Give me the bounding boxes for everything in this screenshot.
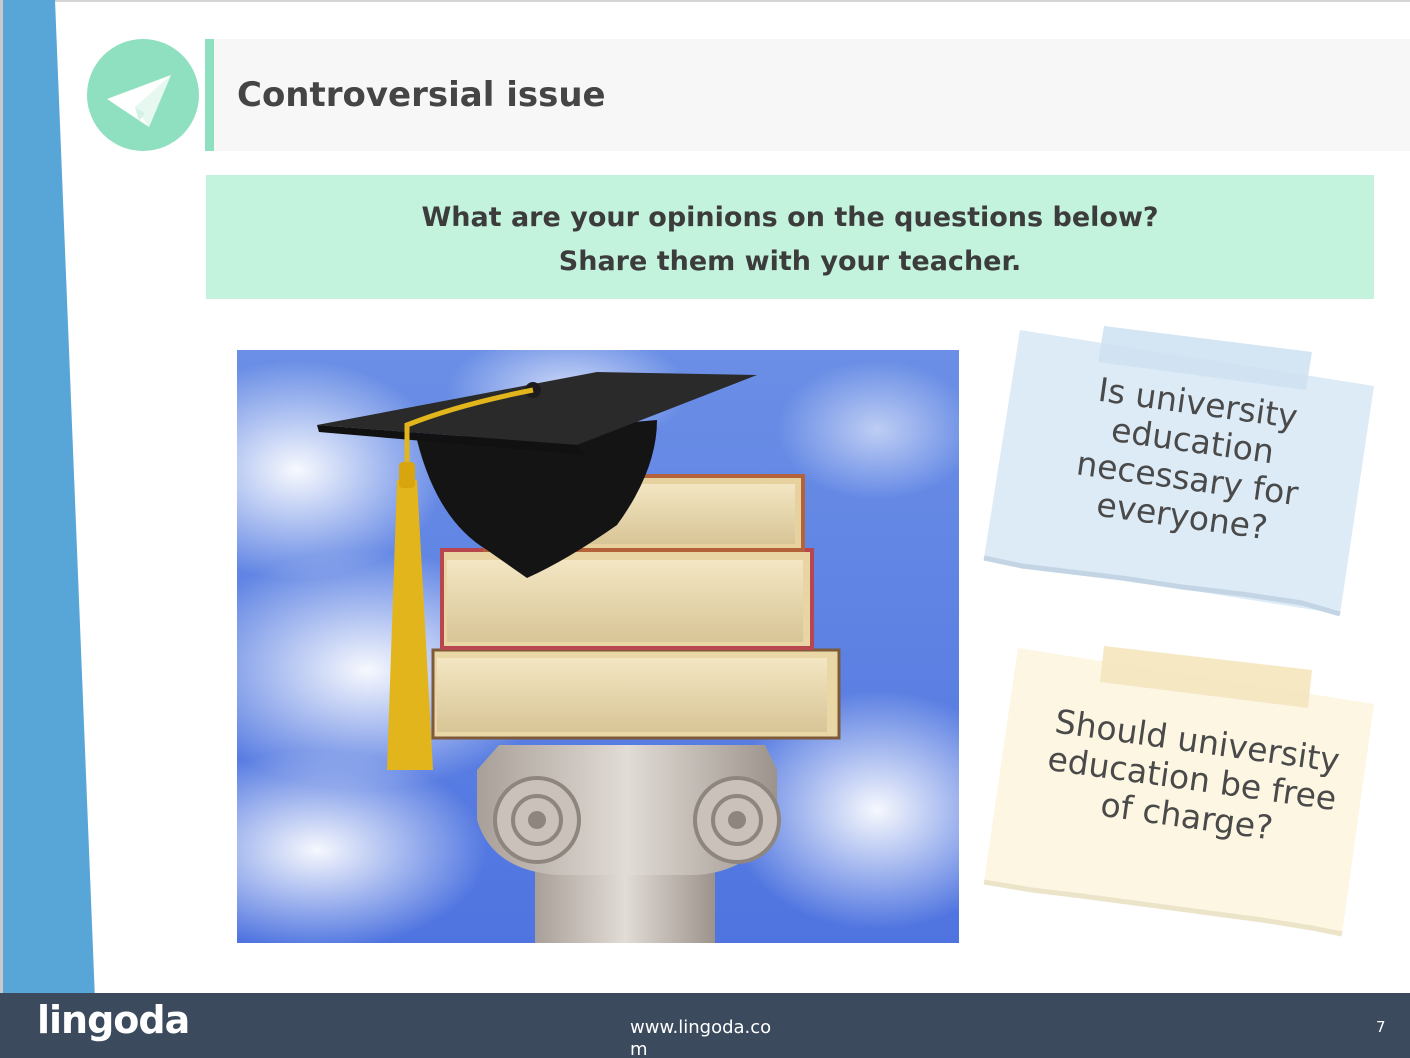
lingoda-logo: lingoda: [37, 998, 190, 1042]
left-border: [0, 0, 3, 1058]
instruction-line-1: What are your opinions on the questions …: [421, 202, 1159, 233]
page-title: Controversial issue: [237, 75, 606, 115]
instruction-line-2: Share them with your teacher.: [558, 246, 1022, 277]
footer-bar: lingoda www.lingoda.com 7: [0, 993, 1410, 1058]
footer-url: www.lingoda.com: [630, 1017, 772, 1058]
title-bar: Controversial issue: [205, 39, 1410, 151]
page-number: 7: [1376, 1018, 1386, 1036]
instruction-box: What are your opinions on the questions …: [206, 175, 1374, 299]
graduation-photo: [237, 350, 959, 943]
top-border: [0, 0, 1410, 2]
side-accent-band: [3, 0, 95, 1000]
question-card-1: Is university education necessary for ev…: [982, 322, 1378, 624]
question-card-2: Should university education be free of c…: [982, 642, 1378, 942]
paper-plane-icon: [87, 39, 199, 151]
